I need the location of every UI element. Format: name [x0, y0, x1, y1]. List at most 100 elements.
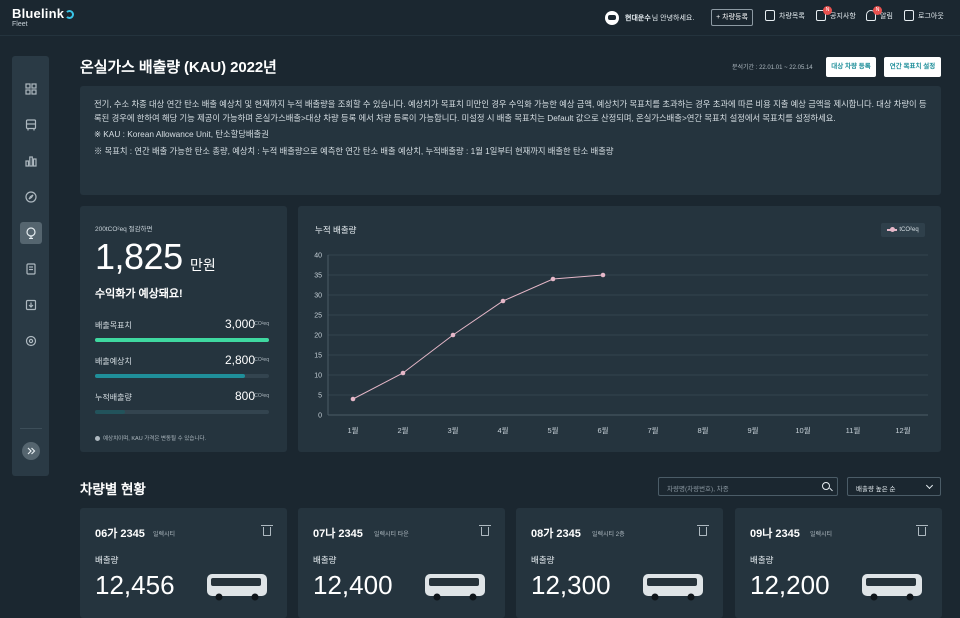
vehicle-card[interactable]: 06가 2345 일렉시티 배출량 12,456: [80, 508, 287, 618]
emission-value: 12,400: [313, 570, 393, 600]
x-tick-label: 6월: [597, 425, 608, 435]
double-chevron-right-icon: [27, 447, 36, 455]
user-greeting: 현대운수 님 안녕하세요.: [605, 10, 694, 26]
chart-icon: [25, 156, 37, 167]
data-point: [400, 370, 406, 376]
page-title: 온실가스 배출량 (KAU) 2022년: [80, 59, 277, 76]
cumulative-emission-chart-card: 누적 배출량 tCO²eq 0 5 10 15 20 25 30 35 40 1월 2월 3월 4월 5월…: [298, 206, 941, 452]
amount-unit: 만원: [190, 257, 216, 273]
nav-notice[interactable]: N 공지사항: [816, 6, 856, 21]
bus-image: [643, 574, 703, 601]
vehicle-card[interactable]: 08가 2345 일렉시티 2층 배출량 12,300: [516, 508, 723, 618]
logo-ring-icon: [65, 10, 75, 19]
emission-value: 12,456: [95, 570, 175, 600]
metric-label: 누적배출량: [95, 393, 132, 402]
emission-label: 배출량: [531, 555, 555, 565]
sidebar-item-vehicles[interactable]: [20, 114, 42, 136]
download-icon: [25, 299, 37, 311]
logout-icon: [904, 10, 914, 21]
x-tick-label: 8월: [697, 425, 708, 435]
y-tick-label: 5: [318, 393, 322, 400]
sidebar-item-driving[interactable]: [20, 186, 42, 208]
nav-logout[interactable]: 로그아웃: [904, 10, 944, 21]
info-dot-icon: [95, 436, 100, 441]
search-placeholder: 차량명(차량번호), 차종: [667, 486, 729, 493]
sidebar-expand-button[interactable]: [22, 442, 40, 460]
vehicle-list-icon: [765, 10, 775, 21]
vehicle-card[interactable]: 07나 2345 일렉시티 타운 배출량 12,400: [298, 508, 505, 618]
nav-label: 차량목록: [779, 12, 805, 20]
data-point: [500, 298, 506, 304]
annual-goal-setting-button[interactable]: 연간 목표치 설정: [884, 57, 941, 77]
sidebar-item-dashboard[interactable]: [20, 78, 42, 100]
vehicle-plate: 08가 2345: [531, 528, 581, 540]
vehicle-card[interactable]: 09나 2345 일렉시티 배출량 12,200: [735, 508, 942, 618]
y-tick-label: 30: [314, 293, 322, 300]
metric-fill: [95, 374, 245, 378]
metric-unit: tCO²eq: [252, 357, 269, 363]
x-tick-label: 7월: [647, 425, 658, 435]
trash-icon[interactable]: [916, 525, 928, 536]
sort-select[interactable]: 배출량 높은 순: [847, 477, 941, 496]
sidebar-item-settings[interactable]: [20, 330, 42, 352]
nav-label: 알림: [880, 12, 893, 20]
leaf-icon: [26, 227, 36, 239]
nav-label: 공지사항: [830, 12, 856, 20]
data-point: [550, 276, 556, 282]
sidebar: [12, 56, 49, 476]
x-tick-label: 1월: [347, 425, 358, 435]
sort-value: 배출량 높은 순: [856, 486, 896, 493]
y-tick-label: 10: [314, 373, 322, 380]
compass-icon: [25, 191, 37, 203]
sidebar-item-download[interactable]: [20, 294, 42, 316]
target-vehicle-register-button[interactable]: 대상 차량 등록: [826, 57, 876, 77]
emission-label: 배출량: [95, 555, 119, 565]
info-note-kau: ※ KAU : Korean Allowance Unit, 탄소할당배출권: [94, 129, 269, 139]
emission-label: 배출량: [750, 555, 774, 565]
analysis-period: 분석기간 : 22.01.01 ~ 22.05.14: [732, 65, 813, 71]
y-tick-label: 40: [314, 253, 322, 260]
vehicle-model: 일렉시티: [153, 532, 176, 538]
search-icon[interactable]: [822, 482, 830, 490]
series-line: [352, 274, 604, 400]
trash-icon[interactable]: [261, 525, 273, 536]
avatar: [605, 11, 619, 25]
register-vehicle-button[interactable]: + 차량등록: [711, 9, 753, 26]
y-tick-label: 35: [314, 273, 322, 280]
reduction-subtitle: 200tCO²eq 절감하면: [95, 226, 153, 233]
x-tick-label: 5월: [547, 425, 558, 435]
revenue-summary-card: 200tCO²eq 절감하면 1,825 만원 수익화가 예상돼요! 배출목표치…: [80, 206, 287, 452]
sidebar-item-statistics[interactable]: [20, 150, 42, 172]
bus-image: [425, 574, 485, 601]
sidebar-item-emission[interactable]: [20, 222, 42, 244]
metric-value: 3,000: [224, 317, 255, 331]
y-tick-label: 20: [314, 333, 322, 340]
metric-fill: [95, 338, 269, 342]
vehicle-search-input[interactable]: 차량명(차량번호), 차종: [658, 477, 838, 496]
sidebar-item-reports[interactable]: [20, 258, 42, 280]
document-icon: [26, 263, 36, 275]
trash-icon[interactable]: [479, 525, 491, 536]
trash-icon[interactable]: [697, 525, 709, 536]
metric-fill: [95, 410, 125, 414]
nav-alarm[interactable]: N 알림: [866, 6, 893, 21]
data-point: [600, 272, 606, 278]
brand-logo[interactable]: Bluelink: [12, 6, 75, 21]
x-tick-label: 10월: [795, 425, 810, 435]
y-tick-label: 15: [314, 353, 322, 360]
bus-icon: [25, 119, 37, 131]
vehicle-model: 일렉시티 타운: [374, 532, 409, 538]
metric-label: 배출예상치: [95, 357, 132, 366]
sidebar-divider: [20, 428, 42, 429]
y-tick-label: 0: [318, 413, 322, 420]
settings-icon: [25, 335, 37, 347]
summary-message: 수익화가 예상돼요!: [95, 288, 183, 300]
top-bar: Bluelink Fleet 현대운수 님 안녕하세요. + 차량등록 차량목록…: [0, 0, 960, 36]
notice-badge: N: [823, 6, 832, 15]
vehicle-plate: 06가 2345: [95, 528, 145, 540]
metric-value: 2,800: [224, 353, 255, 367]
line-chart: 0 5 10 15 20 25 30 35 40 1월 2월 3월 4월 5월 6월 7월 8월 9월 10월 11월…: [314, 253, 928, 435]
metric-track: [95, 410, 269, 414]
nav-vehicle-list[interactable]: 차량목록: [765, 10, 805, 21]
x-tick-label: 11월: [846, 425, 861, 435]
